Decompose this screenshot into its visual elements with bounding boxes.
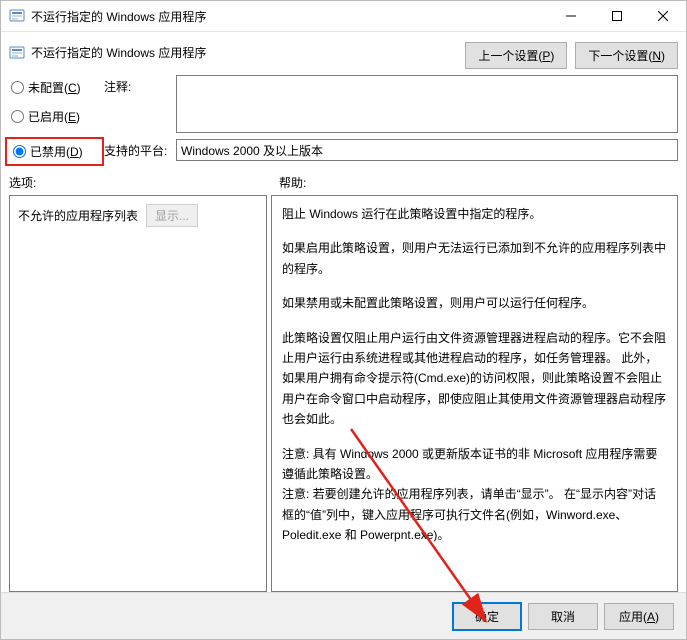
- window-title: 不运行指定的 Windows 应用程序: [31, 8, 206, 25]
- ok-button[interactable]: 确定: [452, 602, 522, 631]
- help-paragraph: 阻止 Windows 运行在此策略设置中指定的程序。: [282, 204, 667, 224]
- help-paragraph: 此策略设置仅阻止用户运行由文件资源管理器进程启动的程序。它不会阻止用户运行由系统…: [282, 328, 667, 430]
- apply-button[interactable]: 应用(A): [604, 603, 674, 630]
- settings-row: 未配置(C) 已启用(E) 已禁用(D) 注释:: [9, 75, 678, 166]
- help-paragraph: 如果禁用或未配置此策略设置，则用户可以运行任何程序。: [282, 293, 667, 313]
- state-radio-group: 未配置(C) 已启用(E) 已禁用(D): [9, 75, 104, 166]
- policy-title: 不运行指定的 Windows 应用程序: [31, 44, 206, 61]
- minimize-button[interactable]: [548, 1, 594, 31]
- radio-enabled[interactable]: 已启用(E): [11, 108, 104, 125]
- help-paragraph: 如果启用此策略设置，则用户无法运行已添加到不允许的应用程序列表中的程序。: [282, 238, 667, 279]
- cancel-button[interactable]: 取消: [528, 603, 598, 630]
- options-pane: 不允许的应用程序列表 显示...: [9, 195, 267, 592]
- disallowed-list-label: 不允许的应用程序列表: [18, 207, 138, 224]
- radio-disabled[interactable]: 已禁用(D): [13, 143, 96, 160]
- next-setting-button[interactable]: 下一个设置(N): [575, 42, 678, 69]
- highlight-box: 已禁用(D): [5, 137, 104, 166]
- radio-not-configured[interactable]: 未配置(C): [11, 79, 104, 96]
- platform-textbox: Windows 2000 及以上版本: [176, 139, 678, 161]
- policy-icon: [9, 45, 25, 61]
- titlebar: 不运行指定的 Windows 应用程序: [1, 1, 686, 32]
- section-labels: 选项: 帮助:: [9, 174, 678, 191]
- help-paragraph: 注意: 具有 Windows 2000 或更新版本证书的非 Microsoft …: [282, 444, 667, 485]
- close-button[interactable]: [640, 1, 686, 31]
- comment-textbox[interactable]: [176, 75, 678, 133]
- window-controls: [548, 1, 686, 31]
- header-row: 不运行指定的 Windows 应用程序 上一个设置(P) 下一个设置(N): [9, 40, 678, 69]
- dialog-footer: 确定 取消 应用(A): [1, 592, 686, 639]
- comment-label: 注释:: [104, 75, 168, 95]
- show-list-button: 显示...: [146, 204, 198, 227]
- options-label: 选项:: [9, 174, 279, 191]
- dialog-window: 不运行指定的 Windows 应用程序 不运行指定的 Windows 应用程序 …: [0, 0, 687, 640]
- help-pane[interactable]: 阻止 Windows 运行在此策略设置中指定的程序。 如果启用此策略设置，则用户…: [271, 195, 678, 592]
- previous-setting-button[interactable]: 上一个设置(P): [465, 42, 567, 69]
- maximize-button[interactable]: [594, 1, 640, 31]
- help-label: 帮助:: [279, 174, 306, 191]
- app-icon: [9, 8, 25, 24]
- help-paragraph: 注意: 若要创建允许的应用程序列表，请单击“显示”。 在“显示内容”对话框的“值…: [282, 484, 667, 545]
- platform-label: 支持的平台:: [104, 139, 168, 159]
